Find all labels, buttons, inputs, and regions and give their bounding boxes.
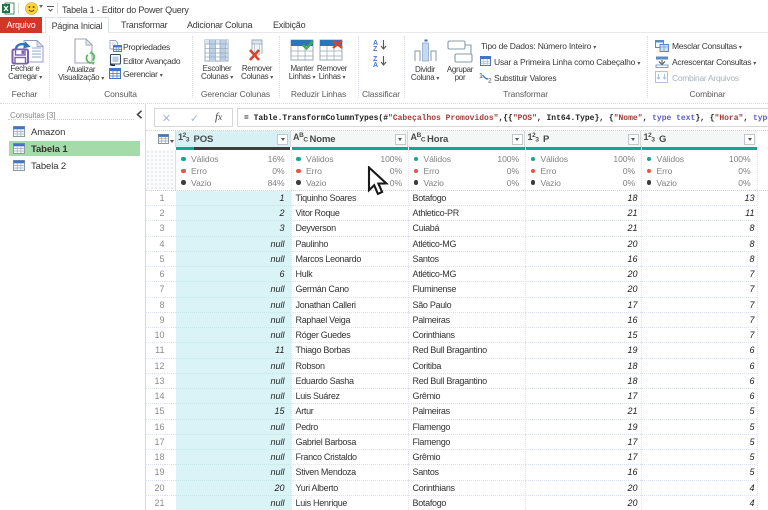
svg-text:Z: Z: [373, 46, 378, 51]
svg-text:2: 2: [488, 78, 492, 84]
svg-text:A: A: [373, 62, 378, 67]
svg-text:1: 1: [479, 73, 483, 80]
